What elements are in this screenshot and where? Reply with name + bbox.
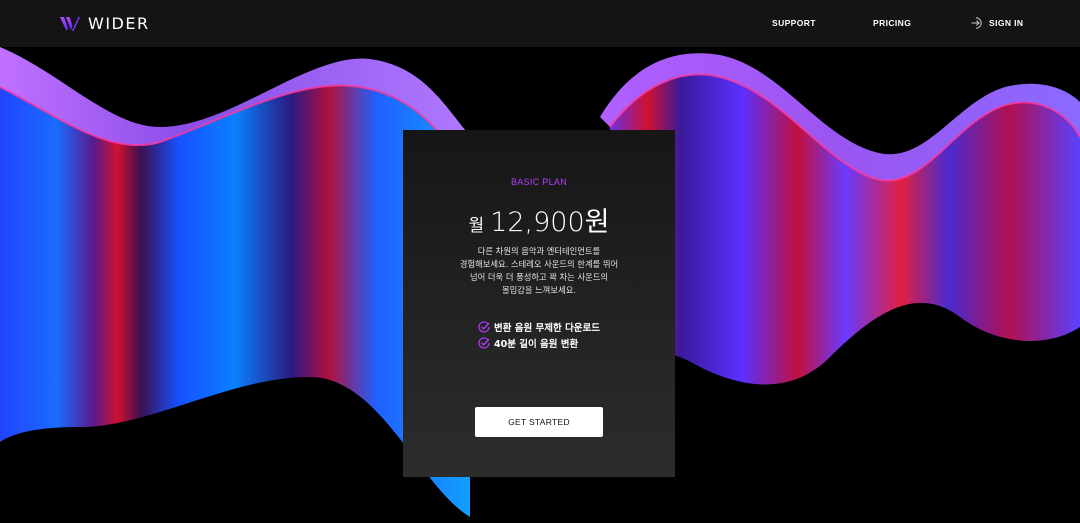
plan-price: 월 12,900원 <box>403 200 675 239</box>
nav-support-link[interactable]: SUPPORT <box>772 18 816 28</box>
brand-logo[interactable]: WIDER <box>60 14 150 33</box>
plan-description-line: 몰입감을 느껴보세요. <box>502 285 576 295</box>
nav-pricing-link[interactable]: PRICING <box>873 18 911 28</box>
plan-description-line: 넘어 더욱 더 풍성하고 꽉 차는 사운드의 <box>470 272 608 282</box>
pricing-plan-card: BASIC PLAN 월 12,900원 다른 차원의 음악과 엔터테인먼트를 … <box>403 130 675 477</box>
nav-signin-link[interactable]: SIGN IN <box>971 17 1023 29</box>
price-amount: 12,900원 <box>490 207 610 238</box>
feature-item: 40분 길이 음원 변환 <box>478 336 600 350</box>
get-started-button[interactable]: GET STARTED <box>475 407 603 437</box>
plan-features: 변환 음원 무제한 다운로드 40분 길이 음원 변환 <box>403 320 675 350</box>
check-circle-icon <box>478 320 490 332</box>
plan-description-line: 경험해보세요. 스테레오 사운드의 한계를 뛰어 <box>459 259 619 269</box>
plan-description-line: 다른 차원의 음악과 엔터테인먼트를 <box>477 246 601 256</box>
feature-item: 변환 음원 무제한 다운로드 <box>478 320 601 334</box>
sign-in-arrow-icon <box>971 17 982 29</box>
brand-name: WIDER <box>88 14 150 33</box>
check-circle-icon <box>478 336 490 348</box>
plan-name: BASIC PLAN <box>510 177 568 187</box>
top-navigation-bar: WIDER SUPPORT PRICING SIGN IN <box>0 0 1080 47</box>
feature-text: 변환 음원 무제한 다운로드 <box>493 322 601 334</box>
signin-label: SIGN IN <box>989 18 1024 28</box>
plan-description: 다른 차원의 음악과 엔터테인먼트를 경험해보세요. 스테레오 사운드의 한계를… <box>443 245 635 297</box>
feature-text: 40분 길이 음원 변환 <box>493 338 579 350</box>
wider-w-logo-icon <box>60 16 80 31</box>
price-unit: 월 <box>468 216 485 236</box>
